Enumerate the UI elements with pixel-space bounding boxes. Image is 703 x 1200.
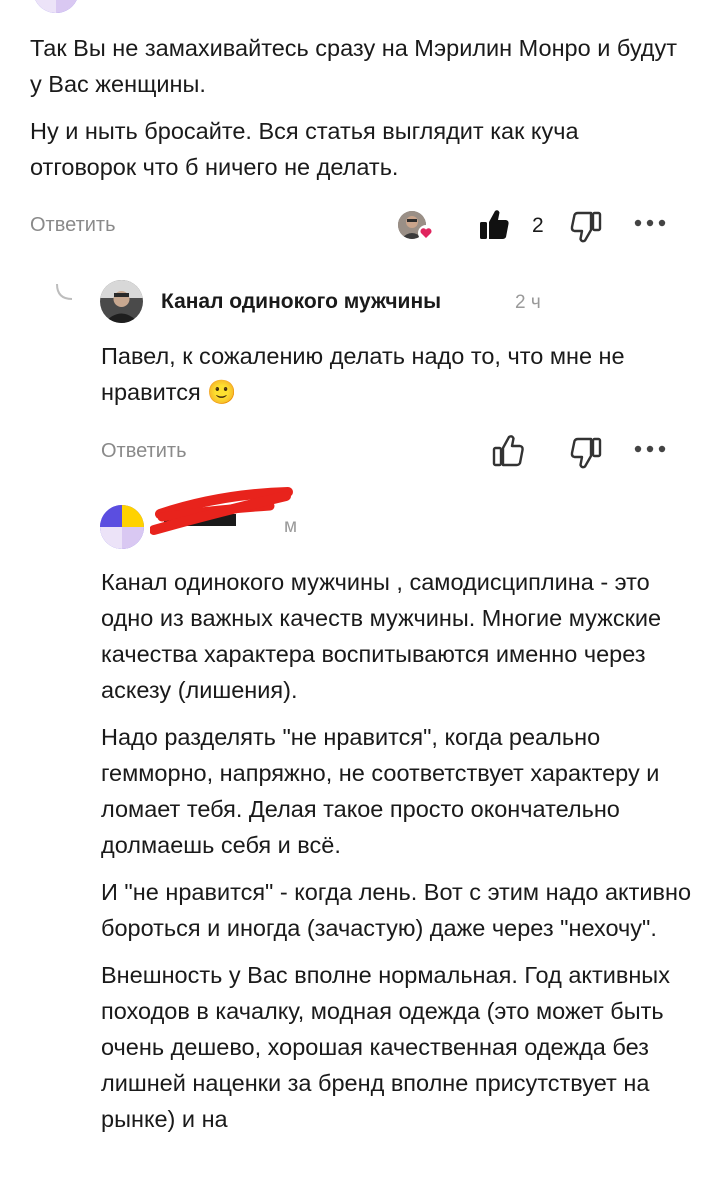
dislike-icon xyxy=(570,437,602,469)
comment-author[interactable]: Канал одинокого мужчины xyxy=(161,290,441,314)
more-button[interactable] xyxy=(634,444,666,454)
reply-button[interactable]: Ответить xyxy=(30,214,116,237)
comment-1-body: Так Вы не замахивайтесь сразу на Мэрилин… xyxy=(30,30,680,196)
comment-3-body: Канал одинокого мужчины , самодисциплина… xyxy=(101,564,691,1148)
comment-time: 2 ч xyxy=(515,292,541,313)
dislike-button[interactable] xyxy=(570,436,602,470)
likes-count: 2 xyxy=(532,214,544,237)
heart-badge-icon xyxy=(418,225,434,241)
comment-time: м xyxy=(284,516,298,537)
liker-avatar[interactable] xyxy=(398,211,434,243)
avatar[interactable] xyxy=(100,505,144,549)
more-icon xyxy=(634,219,666,227)
top-avatar-partial xyxy=(30,0,82,18)
comment-1-paragraph: Так Вы не замахивайтесь сразу на Мэрилин… xyxy=(30,35,678,97)
dislike-button[interactable] xyxy=(570,210,602,244)
reply-arrow-icon xyxy=(54,283,80,303)
like-button[interactable] xyxy=(478,208,510,242)
comment-2-body: Павел, к сожалению делать надо то, что м… xyxy=(101,338,681,421)
comment-2-text: Павел, к сожалению делать надо то, что м… xyxy=(101,343,625,405)
reply-button[interactable]: Ответить xyxy=(101,440,187,463)
like-button[interactable] xyxy=(492,434,524,468)
comment-3-paragraph: И "не нравится" - когда лень. Вот с этим… xyxy=(101,879,692,941)
more-button[interactable] xyxy=(634,218,666,228)
comment-3-paragraph: Надо разделять "не нравится", когда реал… xyxy=(101,724,660,858)
like-icon xyxy=(492,435,524,467)
like-icon xyxy=(480,210,509,239)
comment-1-paragraph: Ну и ныть бросайте. Вся статья выглядит … xyxy=(30,118,579,180)
dislike-icon xyxy=(570,211,602,243)
avatar[interactable] xyxy=(100,280,143,323)
comment-3-paragraph: Канал одинокого мужчины , самодисциплина… xyxy=(101,569,662,703)
comment-3-paragraph: Внешность у Вас вполне нормальная. Год а… xyxy=(101,962,670,1132)
more-icon xyxy=(634,445,666,453)
